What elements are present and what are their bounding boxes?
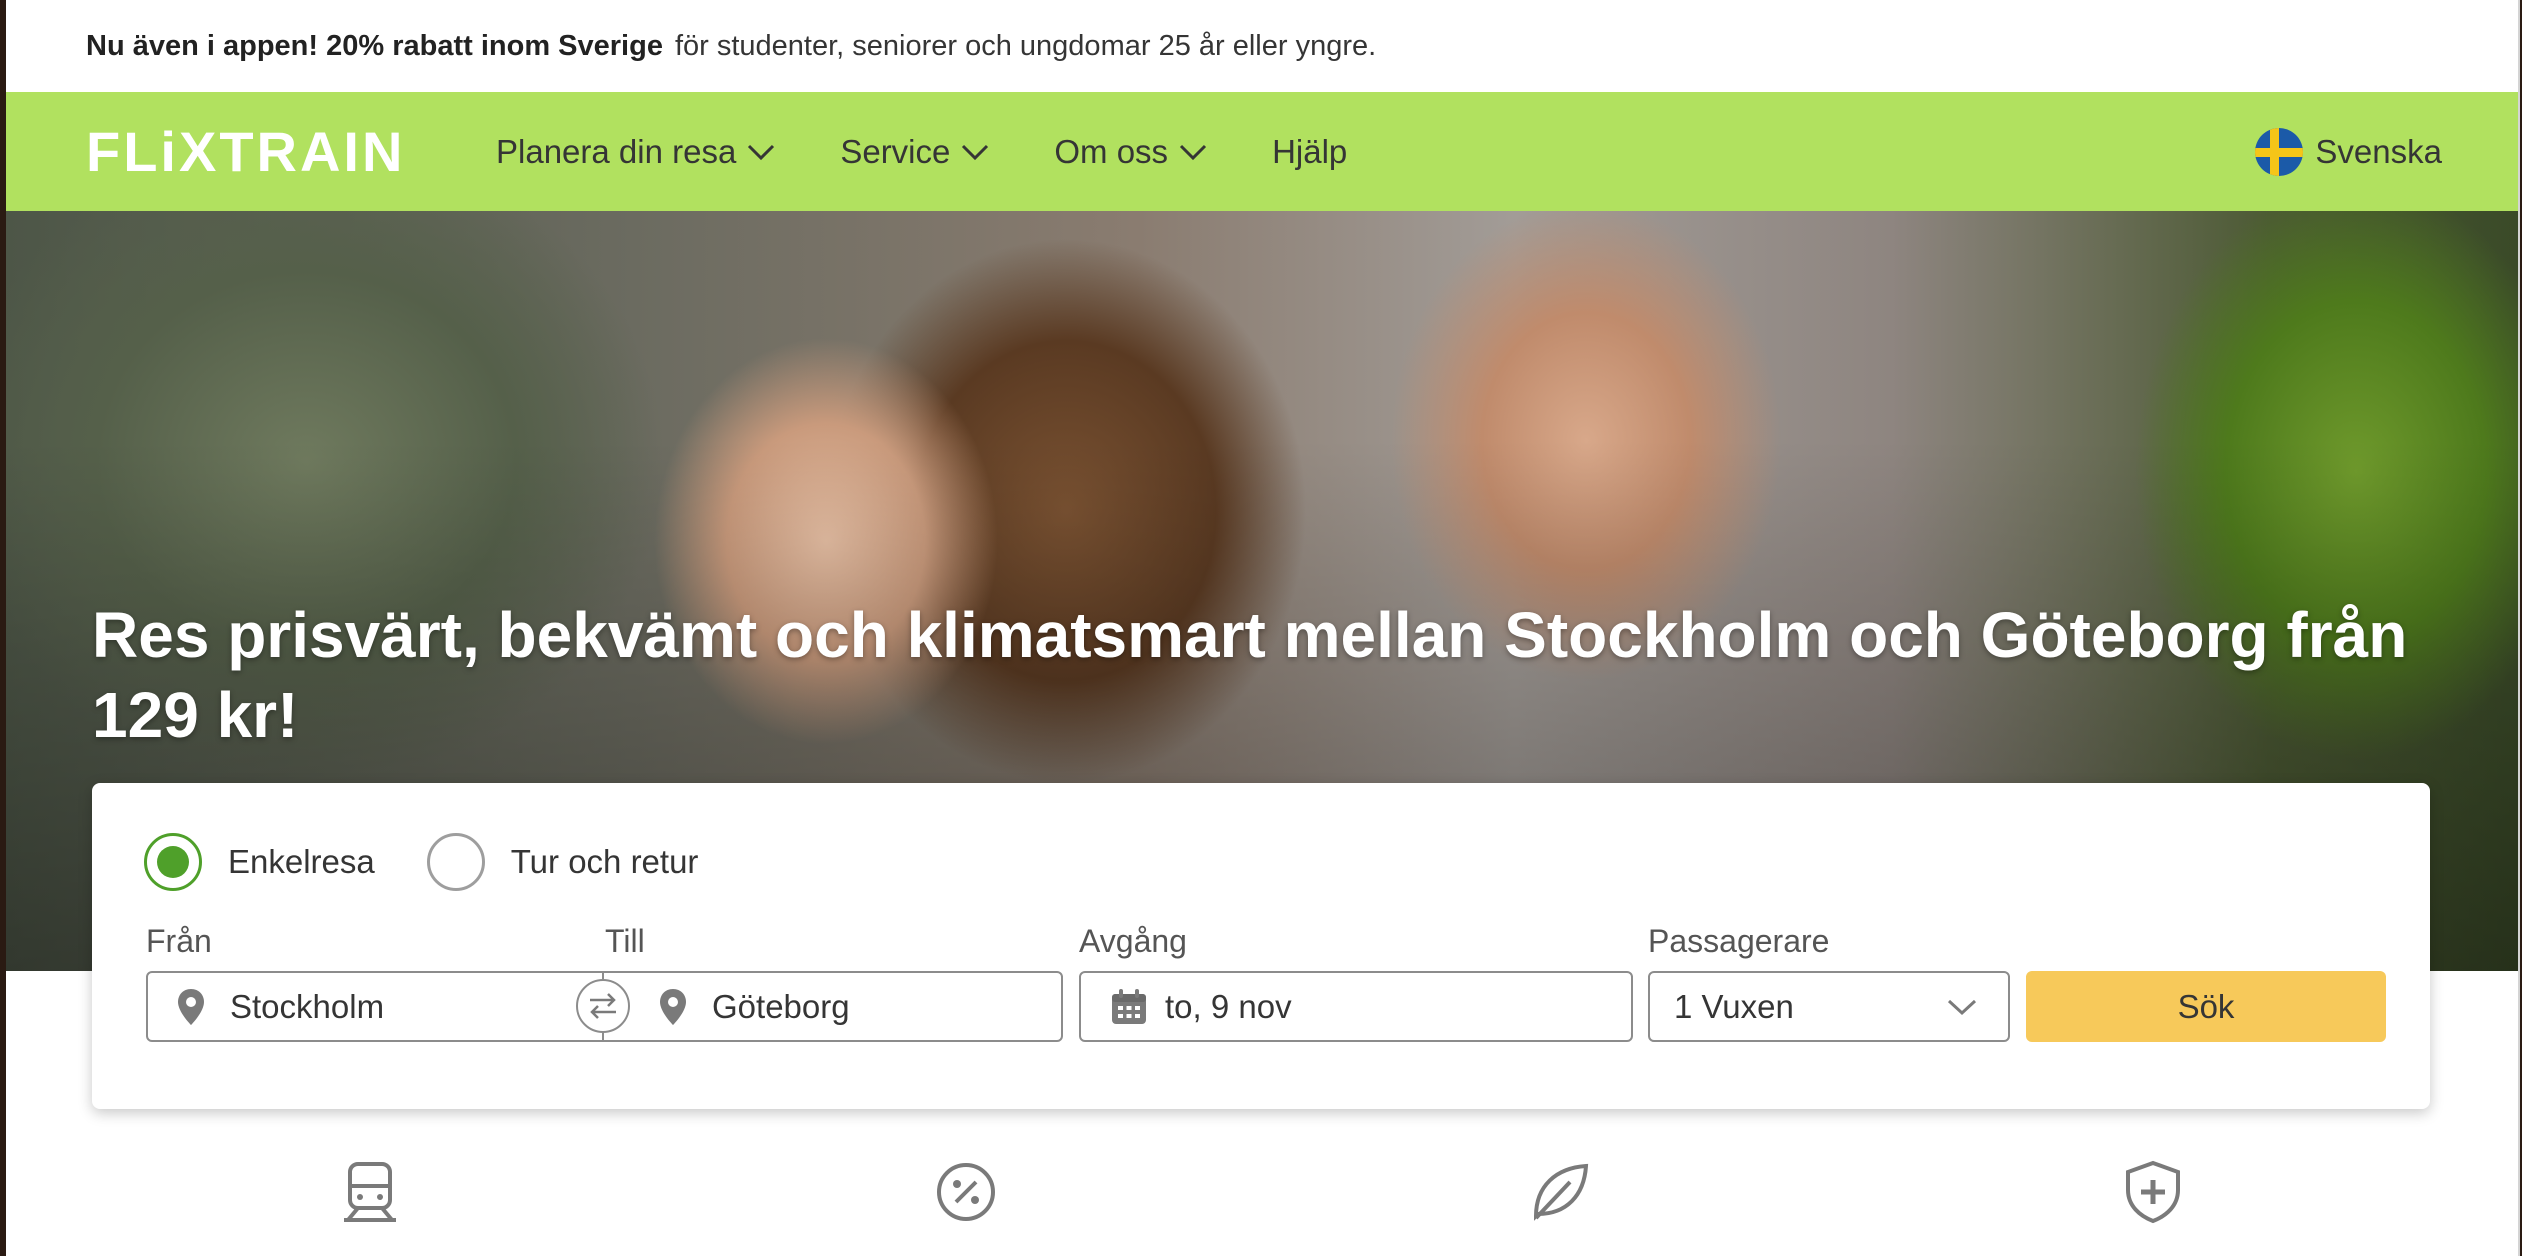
passengers-label: Passagerare <box>1648 923 1830 959</box>
shield-plus-icon <box>2126 1160 2180 1224</box>
passengers-select[interactable]: 1 Vuxen <box>1648 971 2010 1042</box>
search-button[interactable]: Sök <box>2026 971 2386 1042</box>
departure-date-input[interactable]: to, 9 nov <box>1079 971 1633 1042</box>
to-value: Göteborg <box>712 987 850 1025</box>
nav-label: Planera din resa <box>496 132 737 170</box>
hero-title: Res prisvärt, bekvämt och klimatsmart me… <box>92 599 2408 751</box>
swap-button[interactable] <box>576 979 630 1033</box>
route-field: Stockholm Göteborg <box>146 971 1063 1042</box>
departure-value: to, 9 nov <box>1165 987 1292 1025</box>
nav-om-oss[interactable]: Om oss <box>1054 133 1208 171</box>
radio-label-tur-och-retur[interactable]: Tur och retur <box>511 843 699 881</box>
promo-headline: Nu även i appen! 20% rabatt inom Sverige <box>86 29 663 62</box>
language-label: Svenska <box>2315 132 2442 170</box>
promo-text: för studenter, seniorer och ungdomar 25 … <box>674 29 1377 62</box>
swap-arrows-icon <box>590 993 616 1019</box>
nav-hjalp[interactable]: Hjälp <box>1272 133 1347 171</box>
discount-icon <box>937 1163 995 1221</box>
radio-tur-och-retur[interactable] <box>426 833 485 891</box>
chevron-down-icon <box>1947 999 1977 1016</box>
main-nav: Planera din resa Service Om oss Hjälp <box>496 92 1411 211</box>
train-icon <box>344 1162 396 1222</box>
location-pin-icon <box>660 988 686 1025</box>
sweden-flag-icon <box>2255 127 2304 176</box>
location-pin-icon <box>178 988 204 1025</box>
calendar-icon <box>1112 988 1146 1024</box>
from-label: Från <box>146 923 212 959</box>
header: FLiXTRAIN Planera din resa Service Om os… <box>6 92 2520 211</box>
from-input[interactable]: Stockholm <box>176 973 576 1040</box>
nav-label: Om oss <box>1054 132 1169 170</box>
passengers-value: 1 Vuxen <box>1674 987 1794 1025</box>
promo-bar: Nu även i appen! 20% rabatt inom Sverige… <box>6 0 2520 92</box>
radio-enkelresa[interactable] <box>144 833 202 891</box>
nav-service[interactable]: Service <box>840 133 990 171</box>
features-row <box>6 1160 2520 1256</box>
departure-label: Avgång <box>1079 923 1187 959</box>
flixtrain-logo[interactable]: FLiXTRAIN <box>86 124 405 180</box>
nav-planera-din-resa[interactable]: Planera din resa <box>496 133 776 171</box>
to-input[interactable]: Göteborg <box>658 973 1058 1040</box>
page: Nu även i appen! 20% rabatt inom Sverige… <box>6 0 2520 1256</box>
radio-label-enkelresa[interactable]: Enkelresa <box>228 843 375 881</box>
nav-label: Hjälp <box>1272 132 1348 170</box>
chevron-down-icon <box>962 144 989 160</box>
language-selector[interactable]: Svenska <box>2255 92 2442 211</box>
leaf-icon <box>1533 1163 1589 1221</box>
search-form: Enkelresa Tur och retur Från Till Avgång… <box>92 783 2430 1109</box>
trip-type-group: Enkelresa Tur och retur <box>144 833 750 891</box>
chevron-down-icon <box>1180 144 1207 160</box>
nav-label: Service <box>840 132 951 170</box>
chevron-down-icon <box>748 144 775 160</box>
to-label: Till <box>605 923 645 959</box>
from-value: Stockholm <box>230 987 385 1025</box>
